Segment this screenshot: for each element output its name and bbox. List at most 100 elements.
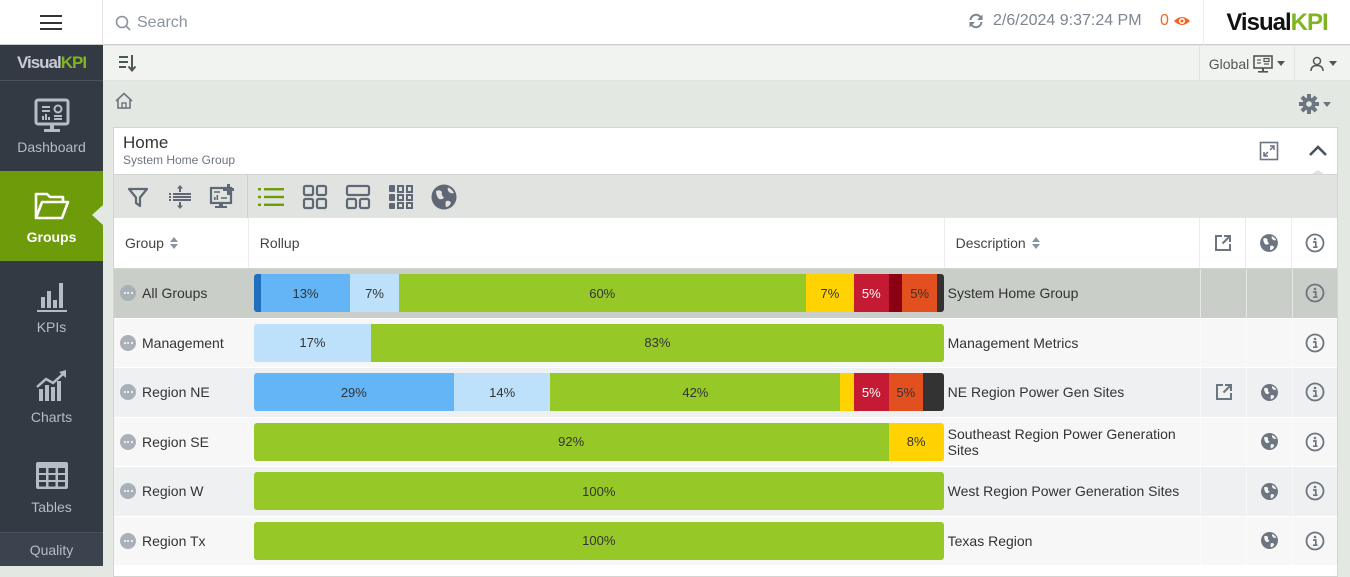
breadcrumb-home[interactable]: [114, 91, 134, 116]
group-name-cell: Region SE: [114, 418, 249, 467]
table-row[interactable]: Region W 100% West Region Power Generati…: [114, 467, 1337, 517]
rollup-bar[interactable]: 92% 8%: [253, 422, 944, 461]
table-row[interactable]: Region NE 29% 14% 42% 5% 5% NE Region Power …: [114, 368, 1337, 418]
group-name[interactable]: All Groups: [142, 285, 207, 301]
group-name[interactable]: Region NE: [142, 384, 210, 400]
rollup-segment-green[interactable]: 100%: [253, 521, 944, 560]
sidebar-item-dashboard[interactable]: Dashboard: [0, 81, 103, 171]
profile-label: Global: [1208, 55, 1250, 72]
watch-alerts-button[interactable]: 0: [1160, 12, 1191, 30]
rollup-segment-dark-gray[interactable]: [923, 373, 944, 412]
settings-menu-button[interactable]: [1298, 93, 1331, 115]
sidebar-logo-visual: Visual: [16, 52, 62, 72]
tile-view-button[interactable]: [300, 182, 330, 212]
more-options-icon[interactable]: [120, 433, 136, 450]
card-view-icon: [345, 184, 371, 210]
more-options-icon[interactable]: [120, 384, 136, 401]
rollup-segment-light-blue[interactable]: 7%: [350, 274, 399, 313]
group-description: Management Metrics: [947, 334, 1079, 351]
rollup-segment-yellow[interactable]: 7%: [805, 274, 855, 313]
sort-icon[interactable]: [1031, 237, 1040, 249]
rollup-segment-yellow[interactable]: 8%: [888, 422, 944, 461]
rollup-bar[interactable]: 29% 14% 42% 5% 5%: [253, 373, 944, 412]
external-link-cell[interactable]: [1200, 368, 1246, 417]
column-header-description[interactable]: Description: [945, 218, 1201, 268]
trend-chart-icon: [35, 370, 66, 401]
group-name[interactable]: Region Tx: [142, 533, 206, 549]
info-cell[interactable]: [1292, 467, 1337, 516]
filter-button[interactable]: [123, 182, 153, 212]
rollup-segment-green[interactable]: 92%: [253, 422, 889, 461]
user-menu-button[interactable]: [1295, 46, 1350, 81]
rollup-bar[interactable]: 100%: [253, 472, 944, 511]
rollup-segment-green[interactable]: 42%: [550, 373, 841, 412]
fullscreen-button[interactable]: [1259, 141, 1279, 166]
list-view-button[interactable]: [256, 182, 286, 212]
table-row[interactable]: All Groups 13% 7% 60% 7% 5% 5% System Home Gr…: [114, 269, 1337, 319]
add-display-button[interactable]: [208, 182, 238, 212]
profile-selector[interactable]: Global: [1199, 46, 1295, 81]
sidebar-item-tables[interactable]: Tables: [0, 441, 103, 531]
rollup-bar[interactable]: 100%: [253, 521, 944, 560]
hamburger-menu-button[interactable]: [0, 0, 103, 45]
group-name[interactable]: Management: [142, 335, 224, 351]
rollup-segment-yellow[interactable]: [840, 373, 855, 412]
rollup-segment-dark-blue[interactable]: [253, 274, 261, 313]
sidebar-item-kpis[interactable]: KPIs: [0, 261, 103, 351]
row-density-button[interactable]: [165, 182, 195, 212]
rollup-segment-green[interactable]: 60%: [398, 274, 806, 313]
sidebar-item-charts[interactable]: Charts: [0, 351, 103, 441]
table-row[interactable]: Region Tx 100% Texas Region: [114, 516, 1337, 566]
rollup-segment-blue[interactable]: 13%: [260, 274, 351, 313]
table-row[interactable]: Region SE 92% 8% Southeast Region Power G…: [114, 417, 1337, 467]
map-cell[interactable]: [1246, 368, 1292, 417]
column-header-group[interactable]: Group: [114, 218, 249, 268]
column-header-rollup: Rollup: [249, 218, 945, 268]
table-row[interactable]: Management 17% 83% Management Metrics: [114, 318, 1337, 368]
map-view-button[interactable]: [429, 182, 459, 212]
map-cell[interactable]: [1246, 417, 1292, 466]
rollup-segment-blue[interactable]: 29%: [253, 373, 454, 412]
external-link-icon: [1214, 235, 1231, 251]
rollup-bar[interactable]: 13% 7% 60% 7% 5% 5%: [253, 274, 944, 313]
info-cell[interactable]: [1292, 368, 1337, 417]
more-options-icon[interactable]: [120, 334, 136, 351]
more-options-icon[interactable]: [120, 483, 136, 500]
sidebar-item-quality[interactable]: Quality: [0, 532, 103, 566]
rollup-segment-orange[interactable]: 5%: [888, 373, 924, 412]
more-options-icon[interactable]: [120, 532, 136, 549]
rollup-segment-red[interactable]: 5%: [854, 274, 889, 313]
more-options-icon[interactable]: [120, 285, 136, 302]
group-name-cell: Region W: [114, 467, 249, 516]
rollup-segment-light-blue[interactable]: 17%: [253, 323, 372, 362]
rollup-segment-green[interactable]: 83%: [371, 323, 944, 362]
map-cell[interactable]: [1246, 516, 1292, 565]
globe-icon: [1261, 383, 1279, 401]
info-cell[interactable]: [1292, 417, 1337, 466]
rollup-segment-orange[interactable]: 5%: [902, 274, 937, 313]
add-dashboard-icon: [209, 184, 234, 208]
map-cell[interactable]: [1246, 467, 1292, 516]
sort-button[interactable]: [117, 53, 137, 78]
search-box[interactable]: [115, 10, 615, 36]
sort-icon[interactable]: [169, 237, 178, 249]
rollup-segment-dark-red[interactable]: [888, 274, 903, 313]
collapse-panel-button[interactable]: [1304, 140, 1332, 178]
info-icon: [1305, 531, 1325, 551]
rollup-bar[interactable]: 17% 83%: [253, 323, 944, 362]
group-name[interactable]: Region W: [142, 483, 203, 499]
info-cell[interactable]: [1292, 269, 1337, 318]
rollup-segment-dark-gray[interactable]: [936, 274, 944, 313]
rollup-segment-light-blue[interactable]: 14%: [453, 373, 551, 412]
rollup-segment-red[interactable]: 5%: [854, 373, 889, 412]
group-name[interactable]: Region SE: [142, 434, 209, 450]
info-cell[interactable]: [1292, 516, 1337, 565]
card-view-button[interactable]: [343, 182, 373, 212]
sidebar-item-groups[interactable]: Groups: [0, 171, 103, 261]
info-cell[interactable]: [1292, 318, 1337, 367]
search-input[interactable]: [137, 14, 537, 32]
refresh-timestamp[interactable]: 2/6/2024 9:37:24 PM: [967, 12, 1142, 30]
rollup-segment-green[interactable]: 100%: [253, 472, 944, 511]
external-link-cell: [1200, 269, 1246, 318]
compact-view-button[interactable]: [386, 182, 416, 212]
